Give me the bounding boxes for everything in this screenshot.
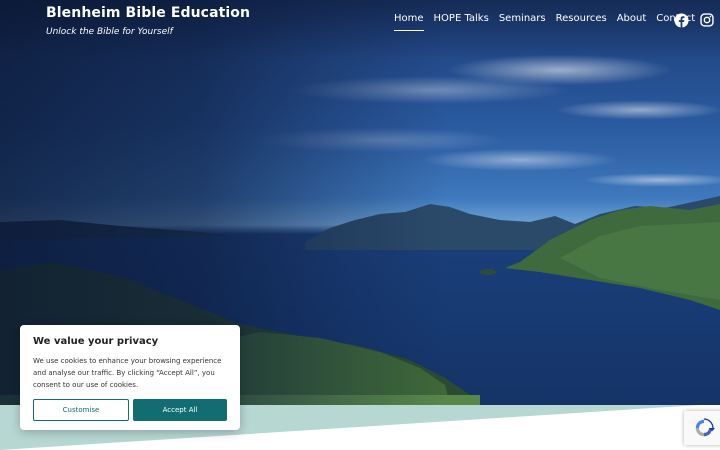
nav-item-about[interactable]: About [617, 13, 647, 31]
recaptcha-badge[interactable] [684, 411, 720, 445]
accept-all-button[interactable]: Accept All [133, 399, 227, 421]
brand: Blenheim Bible Education Unlock the Bibl… [46, 5, 250, 37]
nav-item-hope-talks[interactable]: HOPE Talks [434, 13, 489, 31]
main-nav: Home HOPE Talks Seminars Resources About… [394, 13, 705, 31]
cookie-buttons: Customise Accept All [33, 399, 227, 421]
site-tagline: Unlock the Bible for Yourself [46, 27, 173, 37]
customise-button[interactable]: Customise [33, 399, 129, 421]
nav-item-home[interactable]: Home [394, 13, 424, 31]
recaptcha-icon [695, 418, 715, 437]
nav-item-seminars[interactable]: Seminars [499, 13, 546, 31]
instagram-icon[interactable] [699, 12, 715, 28]
cookie-text: We use cookies to enhance your browsing … [33, 357, 222, 389]
cookie-title: We value your privacy [33, 336, 159, 347]
cookie-consent-banner: We value your privacy We use cookies to … [20, 325, 240, 430]
nav-item-resources[interactable]: Resources [556, 13, 607, 31]
facebook-icon[interactable] [673, 12, 689, 28]
site-title[interactable]: Blenheim Bible Education [46, 5, 250, 21]
